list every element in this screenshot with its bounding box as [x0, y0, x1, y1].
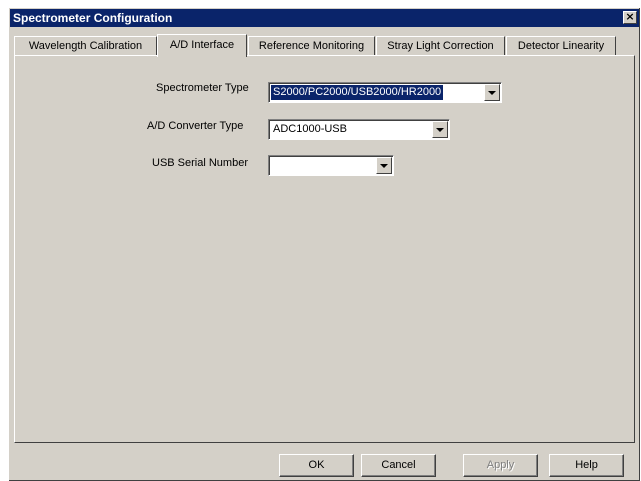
- usb-serial-number-select[interactable]: [268, 155, 394, 176]
- tab-label: Wavelength Calibration: [28, 40, 143, 52]
- close-icon: ×: [625, 10, 635, 23]
- spectrometer-config-dialog: Spectrometer Configuration × Wavelength …: [8, 7, 640, 481]
- tab-detector-linearity[interactable]: Detector Linearity: [506, 36, 616, 55]
- title-bar: Spectrometer Configuration ×: [10, 9, 639, 27]
- tab-wavelength-calibration[interactable]: Wavelength Calibration: [14, 36, 157, 55]
- chevron-down-icon[interactable]: [484, 84, 500, 101]
- spectrometer-type-label: Spectrometer Type: [156, 82, 249, 94]
- ad-converter-type-select[interactable]: ADC1000-USB: [268, 119, 450, 140]
- tab-ad-interface[interactable]: A/D Interface: [157, 34, 247, 57]
- tab-stray-light-correction[interactable]: Stray Light Correction: [376, 36, 505, 55]
- tab-label: Detector Linearity: [517, 40, 605, 52]
- usb-serial-number-label: USB Serial Number: [152, 157, 248, 169]
- tab-reference-monitoring[interactable]: Reference Monitoring: [248, 36, 375, 55]
- chevron-down-icon[interactable]: [432, 121, 448, 138]
- cancel-button[interactable]: Cancel: [361, 454, 436, 477]
- apply-button[interactable]: Apply: [463, 454, 538, 477]
- tab-label: Reference Monitoring: [258, 40, 365, 52]
- chevron-down-icon[interactable]: [376, 157, 392, 174]
- tab-label: A/D Interface: [169, 39, 235, 51]
- tab-panel-ad-interface: Spectrometer Type S2000/PC2000/USB2000/H…: [14, 55, 635, 443]
- ad-converter-type-value: ADC1000-USB: [273, 123, 347, 135]
- ad-converter-type-label: A/D Converter Type: [147, 120, 244, 132]
- usb-serial-number-value: [271, 158, 275, 173]
- close-button[interactable]: ×: [623, 11, 637, 24]
- ok-button[interactable]: OK: [279, 454, 354, 477]
- help-button[interactable]: Help: [549, 454, 624, 477]
- tab-label: Stray Light Correction: [387, 40, 494, 52]
- spectrometer-type-select[interactable]: S2000/PC2000/USB2000/HR2000: [268, 82, 502, 103]
- spectrometer-type-value: S2000/PC2000/USB2000/HR2000: [269, 84, 445, 101]
- window-title: Spectrometer Configuration: [13, 11, 173, 25]
